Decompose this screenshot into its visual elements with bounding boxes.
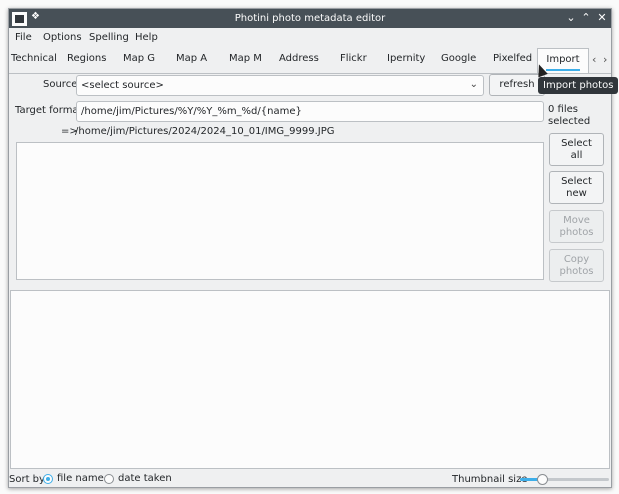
menu-spelling[interactable]: Spelling <box>89 32 129 43</box>
target-format-value: /home/jim/Pictures/%Y/%Y_%m_%d/{name} <box>81 106 302 117</box>
select-new-line2: new <box>566 188 587 199</box>
menu-help[interactable]: Help <box>135 32 158 43</box>
menu-bar: File Options Spelling Help <box>9 28 611 48</box>
tab-bar: Technical Regions Map G Map A Map M Addr… <box>9 48 611 74</box>
tab-scroll-left-icon[interactable]: ‹ <box>592 53 596 66</box>
thumbnail-area[interactable] <box>10 290 610 469</box>
files-selected-count: 0 files <box>548 104 578 115</box>
select-all-button[interactable]: Select all <box>549 133 604 166</box>
preview-path: /home/jim/Pictures/2024/2024_10_01/IMG_9… <box>75 126 335 137</box>
menu-options[interactable]: Options <box>43 32 82 43</box>
main-window: ❖ Photini photo metadata editor ⌄ ⌃ ✕ Fi… <box>8 8 612 488</box>
select-new-button[interactable]: Select new <box>549 171 604 204</box>
copy-photos-line1: Copy <box>563 254 590 265</box>
move-photos-line1: Move <box>563 215 590 226</box>
target-format-input[interactable]: /home/jim/Pictures/%Y/%Y_%m_%d/{name} <box>76 101 544 122</box>
sort-by-label: Sort by <box>9 474 45 485</box>
tab-flickr[interactable]: Flickr <box>340 53 367 64</box>
thumbnail-size-slider[interactable] <box>520 478 609 481</box>
import-photos-tooltip: Import photos <box>538 77 619 94</box>
minimize-button[interactable]: ⌄ <box>564 11 578 25</box>
thumbnail-size-label: Thumbnail size <box>452 474 528 485</box>
sort-date-taken-radio[interactable] <box>104 474 114 484</box>
active-tab-indicator <box>546 69 580 71</box>
title-bar[interactable]: ❖ Photini photo metadata editor ⌄ ⌃ ✕ <box>9 9 611 28</box>
source-combo[interactable]: <select source> ⌄ <box>76 75 484 96</box>
chevron-down-icon: ⌄ <box>469 79 478 90</box>
sort-file-name-radio[interactable] <box>43 474 53 484</box>
source-combo-value: <select source> <box>81 80 164 91</box>
tab-pixelfed[interactable]: Pixelfed <box>493 53 532 64</box>
file-list[interactable] <box>16 142 544 280</box>
sort-date-taken-label[interactable]: date taken <box>118 473 172 484</box>
refresh-button[interactable]: refresh <box>489 74 545 96</box>
tab-address[interactable]: Address <box>279 53 319 64</box>
tab-map-a[interactable]: Map A <box>176 53 207 64</box>
select-all-line2: all <box>570 150 583 161</box>
tab-scroll-right-icon[interactable]: › <box>603 53 607 66</box>
copy-photos-line2: photos <box>559 266 594 277</box>
close-button[interactable]: ✕ <box>595 11 609 25</box>
tab-ipernity[interactable]: Ipernity <box>387 53 425 64</box>
tab-regions[interactable]: Regions <box>67 53 106 64</box>
tab-google[interactable]: Google <box>441 53 476 64</box>
thumbnail-size-handle[interactable] <box>537 474 549 485</box>
move-photos-button[interactable]: Move photos <box>549 210 604 243</box>
source-label: Source <box>43 79 78 90</box>
move-photos-line2: photos <box>559 227 594 238</box>
target-format-label: Target format <box>15 105 83 116</box>
files-selected-text: selected <box>548 116 591 127</box>
menu-file[interactable]: File <box>15 32 32 43</box>
tab-map-m[interactable]: Map M <box>229 53 262 64</box>
tab-map-g[interactable]: Map G <box>123 53 155 64</box>
select-all-line1: Select <box>561 138 592 149</box>
tab-technical[interactable]: Technical <box>11 53 57 64</box>
copy-photos-button[interactable]: Copy photos <box>549 249 604 282</box>
maximize-button[interactable]: ⌃ <box>579 11 593 25</box>
window-title: Photini photo metadata editor <box>234 13 386 24</box>
sort-file-name-label[interactable]: file name <box>57 473 104 484</box>
tab-import-label: Import <box>546 54 580 65</box>
select-new-line1: Select <box>561 176 592 187</box>
